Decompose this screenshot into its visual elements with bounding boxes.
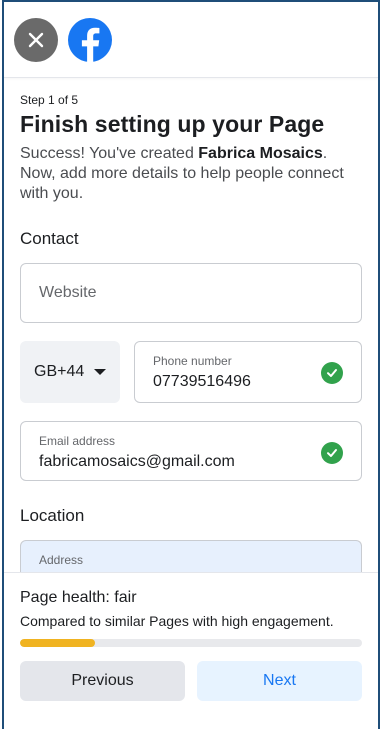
close-icon [28,32,44,47]
close-button[interactable] [14,17,58,62]
page-health-progress-fill [20,639,96,647]
check-circle-icon [321,362,343,384]
country-code-select[interactable]: GB+44 [20,341,120,403]
phone-number-field[interactable]: Phone number 07739516496 [134,341,362,403]
page-health-progress-bar [20,639,362,647]
phone-number-label: Phone number [153,354,232,368]
address-label: Address [39,553,84,567]
contact-heading: Contact [20,229,79,248]
phone-row: GB+44 Phone number 07739516496 [20,341,362,403]
previous-button[interactable]: Previous [20,661,185,701]
next-button[interactable]: Next [197,661,362,701]
email-value: fabricamosaics@gmail.com [39,453,235,470]
setup-panel: Step 1 of 5 Finish setting up your Page … [2,0,380,729]
form-content: Step 1 of 5 Finish setting up your Page … [4,78,378,580]
description-prefix: Success! You've created [20,145,199,162]
facebook-logo-icon [68,17,112,62]
page-description: Success! You've created Fabrica Mosaics.… [20,144,362,204]
page-health-description: Compared to similar Pages with high enga… [20,613,334,629]
step-indicator: Step 1 of 5 [20,93,79,107]
navigation-buttons: Previous Next [20,661,362,701]
page-title: Finish setting up your Page [20,111,325,137]
page-name: Fabrica Mosaics [198,145,323,162]
website-input[interactable]: Website [20,263,362,323]
country-code-value: GB+44 [34,363,85,380]
phone-number-value: 07739516496 [153,373,251,390]
check-circle-icon [321,442,343,464]
bottom-panel: Page health: fair Compared to similar Pa… [4,572,378,729]
email-label: Email address [39,434,116,448]
website-placeholder: Website [39,284,97,301]
location-heading: Location [20,506,85,525]
page-health-title: Page health: fair [20,589,137,606]
top-bar [4,2,378,78]
email-field[interactable]: Email address fabricamosaics@gmail.com [20,421,362,481]
caret-down-icon [94,369,107,375]
